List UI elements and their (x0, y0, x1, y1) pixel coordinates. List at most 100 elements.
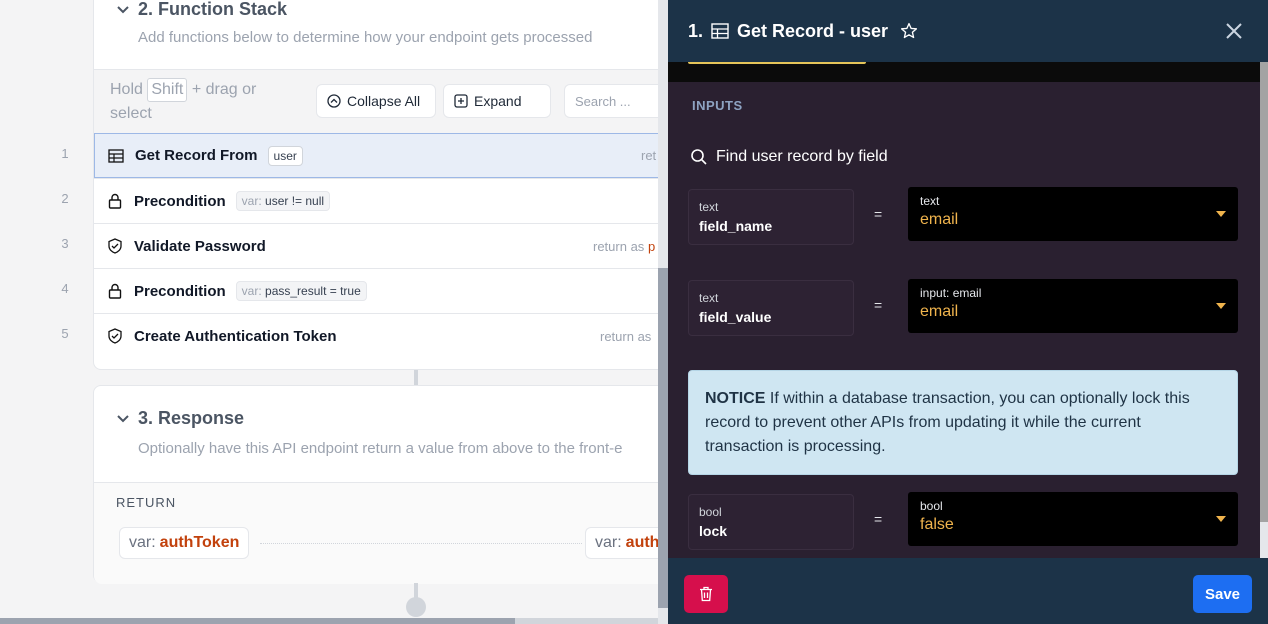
value-text: false (920, 516, 954, 533)
return-hint: ret (641, 148, 657, 163)
panel-scrollbar-thumb[interactable] (1260, 62, 1268, 522)
row-number: 5 (61, 326, 69, 341)
shield-check-icon (106, 327, 124, 345)
response-title: 3. Response (138, 408, 245, 428)
param-name: lock (699, 523, 728, 539)
function-stack-title: 2. Function Stack (138, 0, 288, 19)
lock-icon (106, 282, 124, 300)
table-icon (711, 23, 729, 39)
response-subtitle: Optionally have this API endpoint return… (138, 440, 623, 457)
function-label: Validate Password (134, 237, 266, 255)
pill-key: var: (241, 284, 262, 298)
function-label: Precondition (134, 282, 226, 300)
function-stack-pane: 2. Function Stack Add functions below to… (0, 0, 658, 624)
close-button[interactable] (1220, 17, 1248, 45)
function-stack-subtitle: Add functions below to determine how you… (138, 29, 593, 46)
pill-key: var: (241, 194, 262, 208)
row-number: 2 (61, 191, 69, 206)
param-type: text (699, 291, 719, 305)
return-hint-var: p (647, 238, 656, 254)
table-icon (107, 147, 125, 165)
param-value-select-lock[interactable]: bool false (908, 492, 1238, 546)
trash-icon (700, 586, 712, 602)
function-label: Create Authentication Token (134, 327, 337, 345)
value-text: email (920, 303, 959, 320)
chevron-down-icon (117, 5, 129, 13)
find-label: Find user record by field (716, 148, 888, 165)
caret-down-icon (1216, 303, 1226, 309)
collapse-all-button[interactable]: Collapse All (316, 84, 436, 118)
expand-button[interactable]: Expand (443, 84, 551, 118)
param-name: field_name (699, 218, 773, 234)
value-text: email (920, 211, 959, 228)
return-var-pill[interactable]: var: auth (585, 527, 658, 559)
chevron-down-icon (117, 414, 129, 422)
function-pill: var: user != null (235, 191, 331, 211)
notice-text: If within a database transaction, you ca… (705, 390, 1190, 455)
lock-icon (106, 192, 124, 210)
value-type: input: email (920, 286, 982, 300)
caret-down-icon (1216, 211, 1226, 217)
var-key: var: (129, 534, 156, 551)
param-name-field-value: text field_value (688, 280, 854, 336)
response-header[interactable]: 3. Response (116, 408, 244, 429)
caret-down-icon (1216, 516, 1226, 522)
drag-hint-prefix: Hold (110, 81, 143, 98)
shift-key: Shift (147, 78, 188, 102)
var-value: authToken (159, 534, 240, 551)
stack-connector (414, 370, 418, 386)
function-search-input[interactable]: Search ... (564, 84, 658, 118)
value-type: bool (920, 499, 943, 513)
notice-label: NOTICE (705, 390, 766, 407)
horizontal-scrollbar-thumb[interactable] (0, 618, 515, 624)
vertical-scrollbar-thumb[interactable] (658, 268, 668, 608)
notice-box: NOTICE If within a database transaction,… (688, 370, 1238, 475)
panel-title: Get Record - user (737, 20, 889, 41)
param-value-select-field-name[interactable]: text email (908, 187, 1238, 241)
function-row-get-record[interactable]: Get Record From user ret (94, 133, 658, 178)
dotted-connector (260, 543, 582, 544)
function-stack-header[interactable]: 2. Function Stack (116, 0, 287, 20)
tab-underline (688, 62, 866, 64)
param-name-field-name: text field_name (688, 189, 854, 245)
save-button[interactable]: Save (1193, 575, 1252, 613)
close-icon (1226, 23, 1242, 39)
add-node[interactable] (406, 597, 426, 617)
row-number: 4 (61, 281, 69, 296)
collapse-all-label: Collapse All (347, 93, 421, 109)
param-type: bool (699, 505, 722, 519)
value-type: text (920, 194, 940, 208)
star-icon[interactable] (900, 22, 918, 40)
function-label: Get Record From (135, 147, 258, 164)
function-pill: user (267, 145, 303, 166)
return-hint: return as (600, 328, 652, 344)
return-hint: return as p (593, 239, 655, 254)
param-value-select-field-value[interactable]: input: email email (908, 279, 1238, 333)
function-row-validate-password[interactable]: Validate Password return as p (94, 223, 658, 268)
equals-sign: = (874, 297, 883, 313)
delete-button[interactable] (684, 575, 728, 613)
panel-footer: Save (668, 558, 1268, 624)
row-number: 1 (61, 146, 69, 161)
drag-hint: Hold Shift + drag or select (110, 78, 290, 126)
function-row-create-auth-token[interactable]: Create Authentication Token return as (94, 313, 658, 358)
function-detail-panel: 1. Get Record - user INPUTS Find user re… (668, 0, 1268, 624)
param-type: text (699, 200, 719, 214)
function-label: Precondition (134, 192, 226, 210)
inputs-section-label: INPUTS (692, 98, 743, 113)
return-area: RETURN var: authToken var: auth (94, 482, 658, 584)
function-row-precondition[interactable]: Precondition var: pass_result = true (94, 268, 658, 313)
find-by-field-row: Find user record by field (690, 148, 888, 166)
pill-value: user != null (265, 194, 325, 208)
return-var-pill[interactable]: var: authToken (119, 527, 250, 559)
equals-sign: = (874, 511, 883, 527)
pill-value: pass_result = true (265, 284, 361, 298)
function-row-precondition[interactable]: Precondition var: user != null (94, 178, 658, 223)
return-hint-text: return as (593, 238, 645, 254)
response-card: 3. Response Optionally have this API end… (93, 385, 658, 584)
equals-sign: = (874, 206, 883, 222)
function-stack-card: 2. Function Stack Add functions below to… (93, 0, 658, 370)
function-pill: var: pass_result = true (235, 281, 367, 301)
param-name: field_value (699, 309, 772, 325)
var-key: var: (595, 534, 622, 551)
